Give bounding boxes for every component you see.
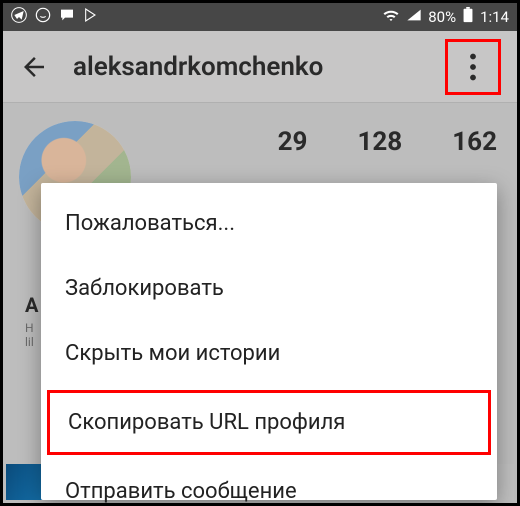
battery-pct: 80%	[428, 8, 456, 26]
play-store-icon	[83, 7, 99, 27]
profile-meta-fragment: H lil	[25, 321, 34, 349]
stats-row: 29 128 162	[278, 127, 497, 157]
menu-item-hide-stories[interactable]: Скрыть мои истории	[41, 321, 497, 386]
stat-following[interactable]: 162	[452, 127, 497, 157]
profile-name-fragment: A	[25, 293, 38, 317]
message-icon	[59, 7, 75, 27]
menu-item-send-message[interactable]: Отправить сообщение	[41, 459, 497, 506]
more-options-button[interactable]	[445, 39, 501, 95]
back-button[interactable]	[19, 52, 49, 82]
telegram-icon	[11, 7, 27, 27]
username: aleksandrkomchenko	[73, 52, 323, 82]
menu-item-report[interactable]: Пожаловаться...	[41, 191, 497, 256]
screen-frame: 80% 1:14 aleksandrkomchenko 29 128 162 A…	[0, 0, 520, 506]
stat-followers[interactable]: 128	[357, 127, 402, 157]
clock: 1:14	[480, 8, 509, 26]
signal-icon	[406, 8, 422, 26]
context-menu: Пожаловаться... Заблокировать Скрыть мои…	[41, 183, 497, 500]
profile-header: aleksandrkomchenko	[3, 31, 517, 103]
menu-item-block[interactable]: Заблокировать	[41, 256, 497, 321]
battery-icon	[462, 7, 474, 27]
wifi-icon	[382, 8, 400, 26]
circle-icon	[35, 7, 51, 27]
menu-item-copy-url[interactable]: Скопировать URL профиля	[47, 390, 491, 455]
statusbar: 80% 1:14	[3, 3, 517, 31]
stat-posts[interactable]: 29	[278, 127, 308, 157]
